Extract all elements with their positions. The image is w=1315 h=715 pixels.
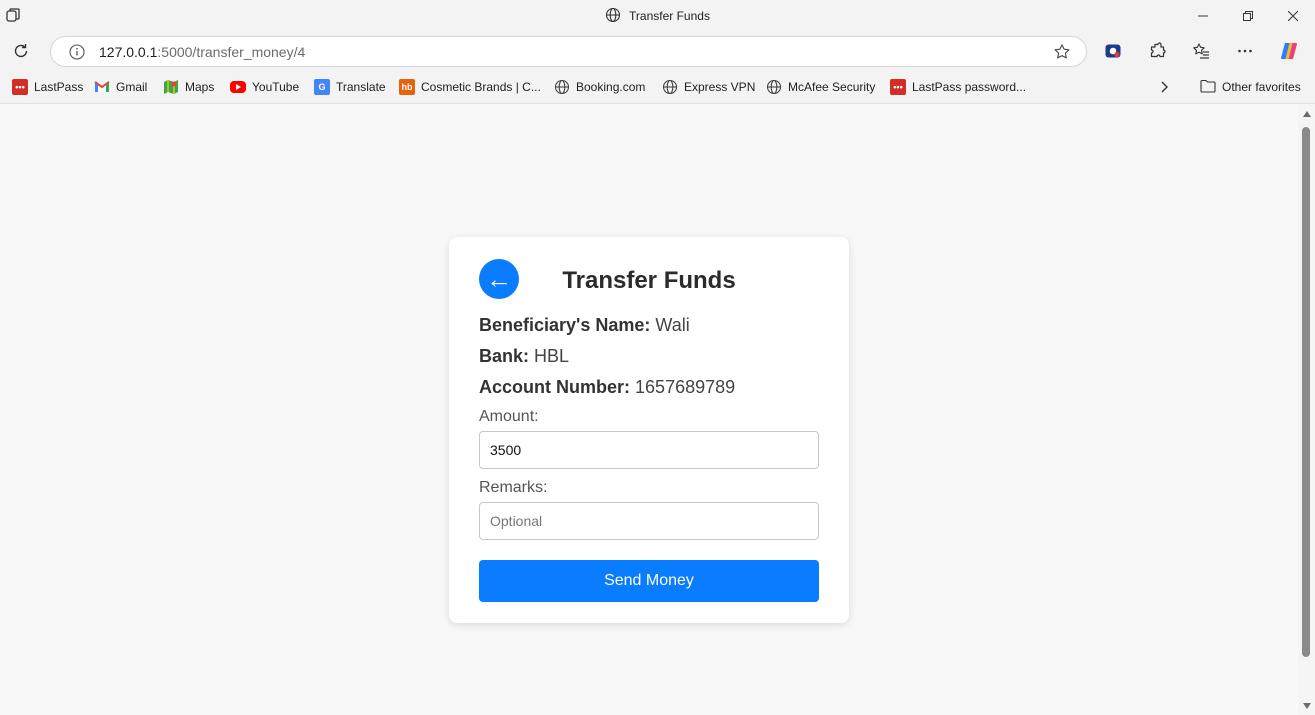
favorite-booking[interactable]: Booking.com <box>554 78 645 96</box>
navigation-bar: 127.0.0.1:5000/transfer_money/4 <box>0 32 1315 70</box>
close-icon[interactable] <box>1270 0 1315 32</box>
folder-icon <box>1200 79 1216 96</box>
send-money-button[interactable]: Send Money <box>479 560 819 602</box>
favorite-youtube[interactable]: YouTube <box>230 78 299 96</box>
account-line: Account Number: 1657689789 <box>479 377 735 398</box>
site-info-icon[interactable] <box>68 43 86 61</box>
transfer-card: ← Transfer Funds Beneficiary's Name: Wal… <box>449 237 849 623</box>
extensions-icon[interactable] <box>1146 40 1168 62</box>
amount-input[interactable] <box>479 431 819 469</box>
favorite-gmail[interactable]: Gmail <box>94 78 147 96</box>
favorite-lastpass-password[interactable]: ••• LastPass password... <box>890 78 1026 96</box>
favorite-label: Gmail <box>116 80 148 94</box>
scroll-down-arrow-icon[interactable] <box>1303 703 1311 709</box>
globe-icon <box>662 79 678 95</box>
window-title-text: Transfer Funds <box>629 9 710 23</box>
favorite-maps[interactable]: Maps <box>163 78 214 96</box>
vertical-scrollbar[interactable] <box>1298 105 1315 715</box>
hb-icon: hb <box>399 79 415 95</box>
favorite-label: Cosmetic Brands | C... <box>421 80 541 94</box>
translate-icon: G <box>314 79 330 95</box>
favorite-label: LastPass password... <box>912 80 1027 94</box>
address-bar[interactable]: 127.0.0.1:5000/transfer_money/4 <box>50 36 1087 67</box>
url-path: :5000/transfer_money/4 <box>157 44 306 60</box>
remarks-label: Remarks: <box>479 479 548 496</box>
page-title: Transfer Funds <box>562 267 736 294</box>
beneficiary-label: Beneficiary's Name: <box>479 315 651 335</box>
favorites-bar: ••• LastPass Gmail Maps YouTube G Transl… <box>0 70 1315 104</box>
favorite-star-icon[interactable] <box>1052 42 1072 62</box>
account-value: 1657689789 <box>635 377 736 397</box>
other-favorites-label: Other favorites <box>1222 80 1301 94</box>
account-label: Account Number: <box>479 377 631 397</box>
page-content: ← Transfer Funds Beneficiary's Name: Wal… <box>0 105 1298 715</box>
window-titlebar: Transfer Funds <box>0 0 1315 32</box>
favorite-label: Translate <box>336 80 386 94</box>
remarks-input[interactable] <box>479 502 819 540</box>
bank-value: HBL <box>534 346 570 366</box>
favorites-icon[interactable] <box>1190 40 1212 62</box>
scroll-thumb[interactable] <box>1302 127 1310 657</box>
favorite-label: McAfee Security <box>788 80 876 94</box>
lastpass-icon: ••• <box>12 79 28 95</box>
lastpass-icon: ••• <box>890 79 906 95</box>
more-options-icon[interactable] <box>1234 40 1256 62</box>
restore-icon[interactable] <box>1225 0 1270 32</box>
minimize-icon[interactable] <box>1180 0 1225 32</box>
favorite-translate[interactable]: G Translate <box>314 78 386 96</box>
youtube-icon <box>230 81 246 93</box>
amount-label: Amount: <box>479 408 539 425</box>
url-host: 127.0.0.1 <box>99 44 158 60</box>
maps-icon <box>163 79 179 95</box>
globe-icon <box>766 79 782 95</box>
copilot-icon[interactable] <box>1278 40 1300 62</box>
window-title: Transfer Funds <box>0 0 1315 32</box>
favorite-label: Express VPN <box>684 80 756 94</box>
favorite-label: LastPass <box>34 80 84 94</box>
scroll-up-arrow-icon[interactable] <box>1303 111 1311 117</box>
favorite-mcafee[interactable]: McAfee Security <box>766 78 875 96</box>
chevron-right-icon[interactable] <box>1156 78 1172 96</box>
url-text[interactable]: 127.0.0.1:5000/transfer_money/4 <box>99 44 305 60</box>
globe-icon <box>554 79 570 95</box>
bank-line: Bank: HBL <box>479 346 569 367</box>
beneficiary-line: Beneficiary's Name: Wali <box>479 315 690 336</box>
screenshot-extension-icon[interactable] <box>1102 40 1124 62</box>
favorite-cosmetic-brands[interactable]: hb Cosmetic Brands | C... <box>399 78 541 96</box>
favorite-label: Booking.com <box>576 80 646 94</box>
favorite-express-vpn[interactable]: Express VPN <box>662 78 755 96</box>
favorite-label: Maps <box>185 80 215 94</box>
beneficiary-value: Wali <box>655 315 690 335</box>
other-favorites[interactable]: Other favorites <box>1200 78 1301 96</box>
favorite-label: YouTube <box>252 80 300 94</box>
reload-icon[interactable] <box>11 41 31 61</box>
bank-label: Bank: <box>479 346 530 366</box>
favorite-lastpass[interactable]: ••• LastPass <box>12 78 83 96</box>
globe-icon <box>605 7 621 26</box>
gmail-icon <box>94 79 110 95</box>
